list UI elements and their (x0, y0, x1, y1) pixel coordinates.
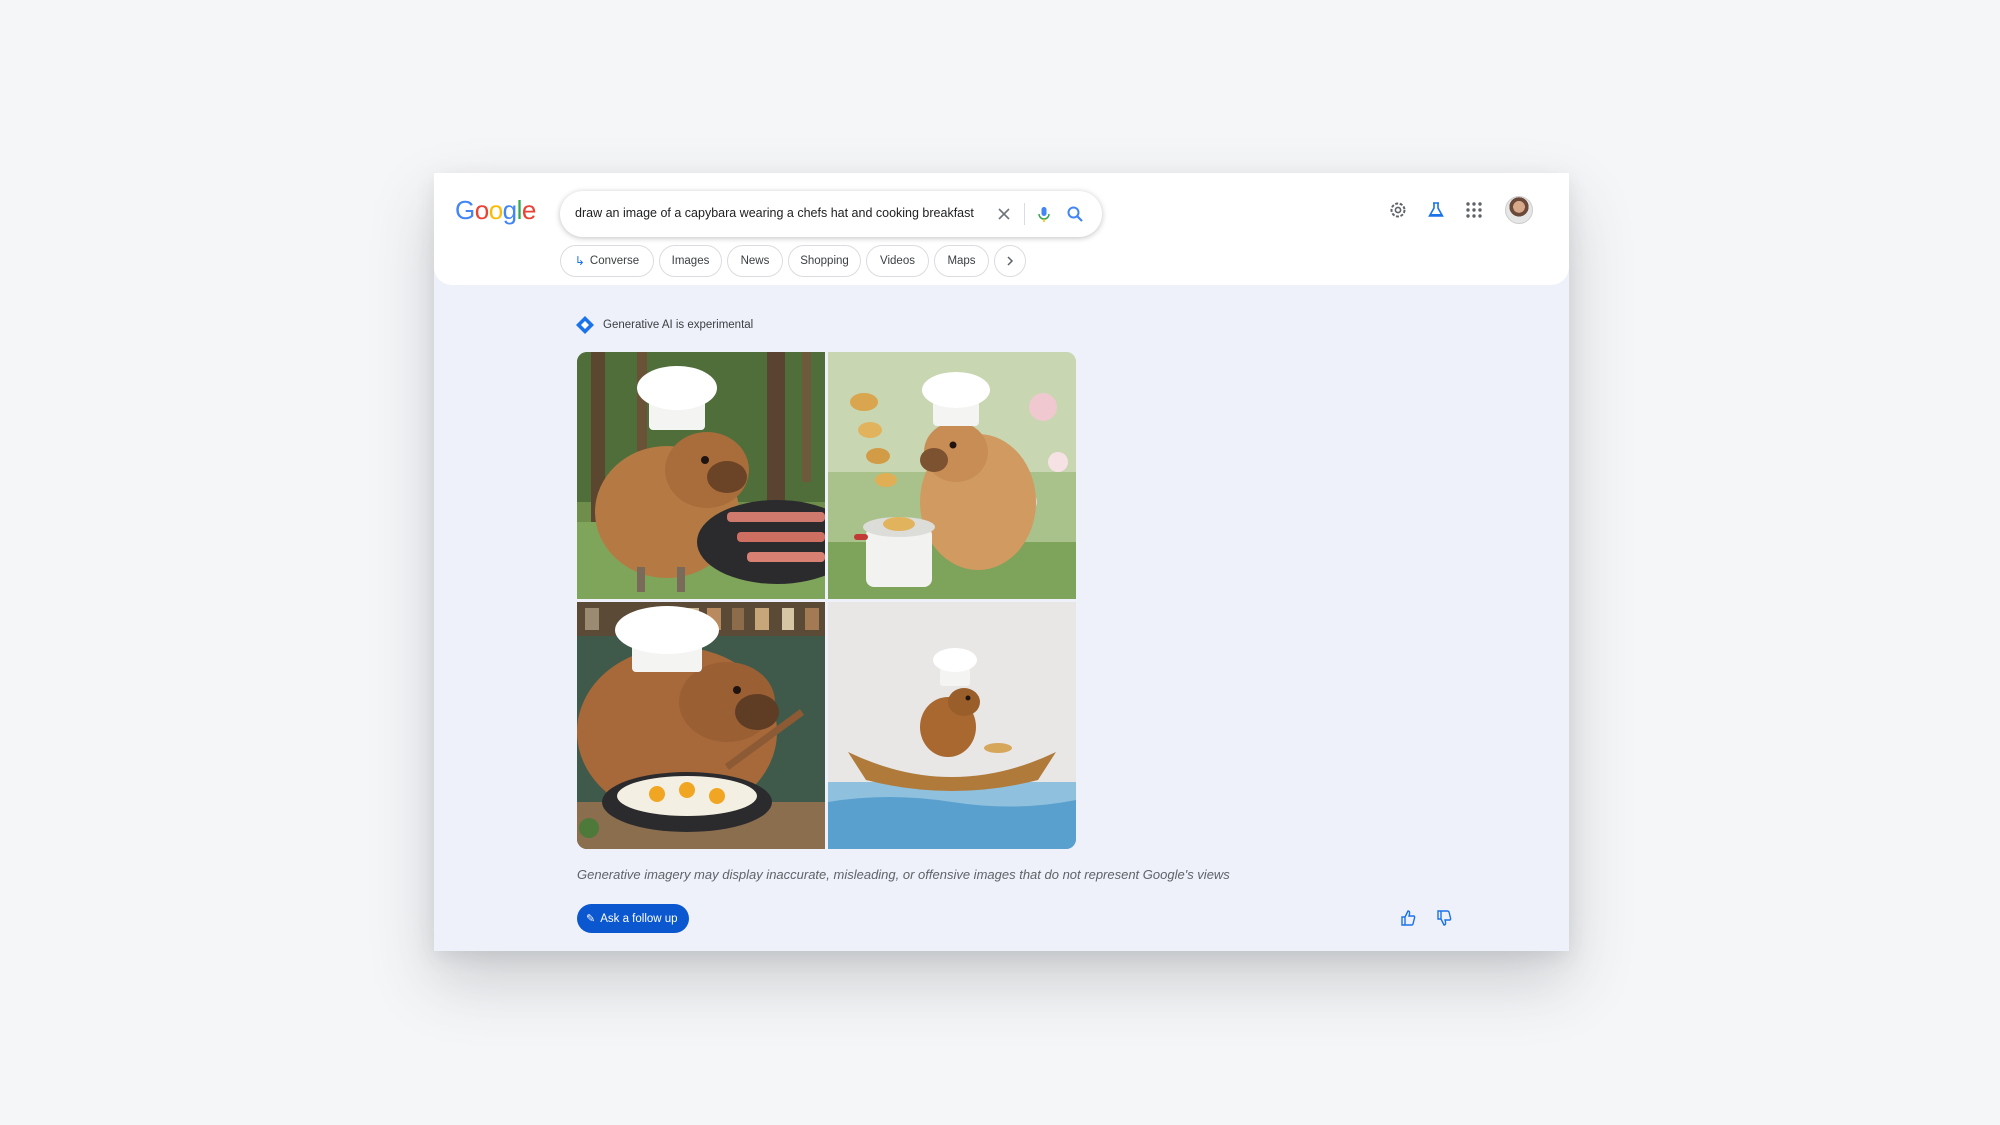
capybara-frying-eggs-image (577, 602, 825, 849)
return-arrow-icon: ↳ (574, 254, 585, 268)
tab-images[interactable]: Images (659, 245, 722, 277)
search-box[interactable]: draw an image of a capybara wearing a ch… (560, 191, 1102, 237)
capybara-pancakes-image (828, 352, 1076, 599)
mic-icon[interactable] (1034, 204, 1054, 224)
thumbs-down-icon[interactable] (1434, 908, 1454, 928)
tab-converse-label: Converse (589, 255, 640, 267)
generated-image-4[interactable] (828, 602, 1076, 849)
close-icon[interactable] (994, 204, 1014, 224)
search-divider (1024, 203, 1025, 225)
generative-ai-icon (576, 316, 594, 334)
logo-letter-2: o (474, 195, 489, 225)
tab-images-label: Images (671, 255, 710, 267)
logo-letter-6: e (521, 195, 536, 225)
labs-flask-icon[interactable] (1425, 199, 1447, 221)
ask-follow-up-label: Ask a follow up (600, 912, 678, 925)
tab-converse[interactable]: ↳ Converse (560, 245, 654, 277)
capybara-grill-image (577, 352, 825, 599)
generated-image-grid (577, 352, 1076, 849)
google-logo[interactable]: Google (455, 195, 536, 226)
generated-image-2[interactable] (828, 352, 1076, 599)
chevron-right-icon[interactable] (994, 245, 1026, 277)
logo-letter-4: g (502, 195, 517, 225)
logo-letter-1: G (455, 195, 475, 225)
pencil-icon: ✎ (586, 913, 596, 925)
tab-shopping[interactable]: Shopping (788, 245, 861, 277)
browser-window: Google draw an image of a capybara weari… (434, 173, 1569, 951)
tab-videos-label: Videos (880, 255, 915, 267)
search-input[interactable]: draw an image of a capybara wearing a ch… (575, 206, 974, 220)
tab-shopping-label: Shopping (800, 255, 849, 267)
generative-ai-label: Generative AI is experimental (575, 315, 753, 335)
tab-news[interactable]: News (727, 245, 783, 277)
search-header: Google draw an image of a capybara weari… (434, 173, 1569, 285)
ask-follow-up-button[interactable]: ✎ Ask a follow up (577, 904, 689, 933)
avatar[interactable] (1505, 196, 1533, 224)
generated-image-3[interactable] (577, 602, 825, 849)
thumbs-up-icon[interactable] (1398, 908, 1418, 928)
generated-image-1[interactable] (577, 352, 825, 599)
tab-videos[interactable]: Videos (866, 245, 929, 277)
search-icon[interactable] (1065, 204, 1085, 224)
settings-gear-icon[interactable] (1387, 199, 1409, 221)
apps-grid-icon[interactable] (1463, 199, 1485, 221)
generative-imagery-disclaimer: Generative imagery may display inaccurat… (577, 867, 1230, 882)
logo-letter-3: o (488, 195, 503, 225)
capybara-boat-image (828, 602, 1076, 849)
tab-news-label: News (740, 255, 770, 267)
generative-ai-text: Generative AI is experimental (603, 319, 754, 331)
tab-maps[interactable]: Maps (934, 245, 989, 277)
tab-maps-label: Maps (947, 255, 976, 267)
